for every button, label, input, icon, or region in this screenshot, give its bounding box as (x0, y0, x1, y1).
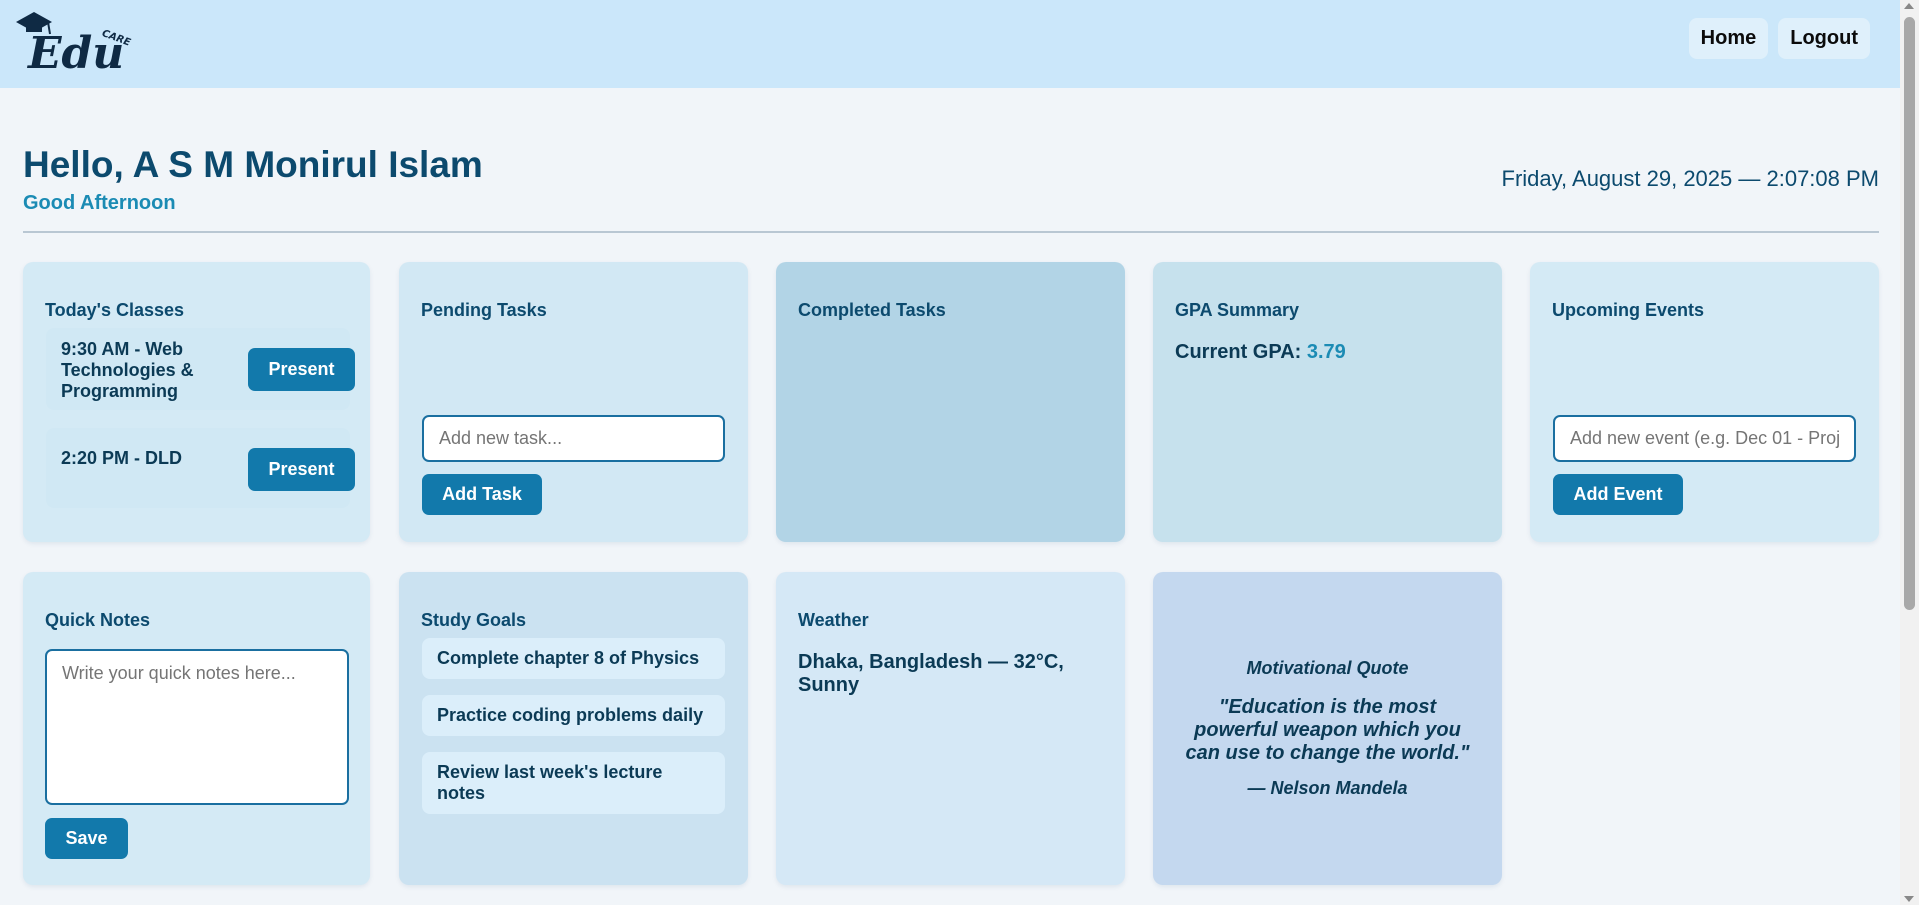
home-link[interactable]: Home (1688, 18, 1769, 59)
scroll-down-arrow-icon[interactable] (1904, 896, 1914, 902)
goal-item: Complete chapter 8 of Physics (422, 638, 725, 679)
edu-care-logo[interactable]: Edu CARE (14, 4, 144, 74)
logout-link[interactable]: Logout (1778, 18, 1870, 59)
card-title: Today's Classes (45, 300, 185, 320)
todays-classes-card: Today's Classes 9:30 AM - Web Technologi… (23, 262, 370, 542)
vertical-scrollbar[interactable] (1900, 0, 1919, 905)
weather-info: Dhaka, Bangladesh — 32°C, Sunny (798, 651, 1064, 696)
current-datetime: Friday, August 29, 2025 — 2:07:08 PM (1501, 166, 1879, 191)
card-title: Upcoming Events (1552, 300, 1705, 320)
pending-tasks-card: Pending Tasks Add Task (399, 262, 748, 542)
quick-notes-card: Quick Notes Save (23, 572, 370, 885)
quote-title: Motivational Quote (1246, 658, 1409, 678)
class-item: 2:20 PM - DLD Present (46, 428, 355, 508)
card-title: Completed Tasks (798, 300, 946, 320)
motivational-quote-card: Motivational Quote "Education is the mos… (1153, 572, 1502, 885)
class-label: 2:20 PM - DLD (61, 448, 183, 468)
present-button[interactable]: Present (248, 348, 355, 391)
card-title: Quick Notes (45, 610, 151, 630)
new-event-input[interactable] (1553, 415, 1856, 462)
quote-text: "Education is the most powerful weapon w… (1185, 696, 1470, 764)
top-navbar: Edu CARE Home Logout (0, 0, 1900, 88)
card-title: GPA Summary (1175, 300, 1300, 320)
new-task-input[interactable] (422, 415, 725, 462)
study-goals-card: Study Goals Complete chapter 8 of Physic… (399, 572, 748, 885)
gpa-value: 3.79 (1306, 341, 1346, 363)
divider (23, 231, 1879, 233)
card-title: Study Goals (421, 610, 527, 630)
quick-notes-textarea[interactable] (45, 649, 349, 805)
gpa-line: Current GPA: 3.79 (1175, 341, 1480, 364)
quote-author: — Nelson Mandela (1247, 778, 1408, 798)
add-task-button[interactable]: Add Task (422, 474, 542, 515)
greeting-subtitle: Good Afternoon (23, 192, 176, 214)
class-item: 9:30 AM - Web Technologies & Programming… (46, 328, 355, 410)
scroll-up-arrow-icon[interactable] (1904, 3, 1914, 9)
completed-tasks-card: Completed Tasks (776, 262, 1125, 542)
save-notes-button[interactable]: Save (45, 818, 128, 859)
present-button[interactable]: Present (248, 448, 355, 491)
gpa-summary-card: GPA Summary Current GPA: 3.79 (1153, 262, 1502, 542)
greeting-title: Hello, A S M Monirul Islam (23, 144, 483, 185)
class-label: 9:30 AM - Web Technologies & Programming (61, 339, 194, 401)
greeting-block: Hello, A S M Monirul Islam Good Afternoo… (23, 144, 483, 215)
scrollbar-thumb[interactable] (1904, 17, 1915, 610)
gpa-label: Current GPA: (1175, 341, 1302, 363)
card-title: Pending Tasks (421, 300, 547, 320)
top-nav: Home Logout (1688, 18, 1870, 59)
upcoming-events-card: Upcoming Events Add Event (1530, 262, 1879, 542)
card-title: Weather (798, 610, 869, 630)
goal-item: Practice coding problems daily (422, 695, 725, 736)
weather-card: Weather Dhaka, Bangladesh — 32°C, Sunny (776, 572, 1125, 885)
add-event-button[interactable]: Add Event (1553, 474, 1683, 515)
goal-item: Review last week's lecture notes (422, 752, 725, 814)
